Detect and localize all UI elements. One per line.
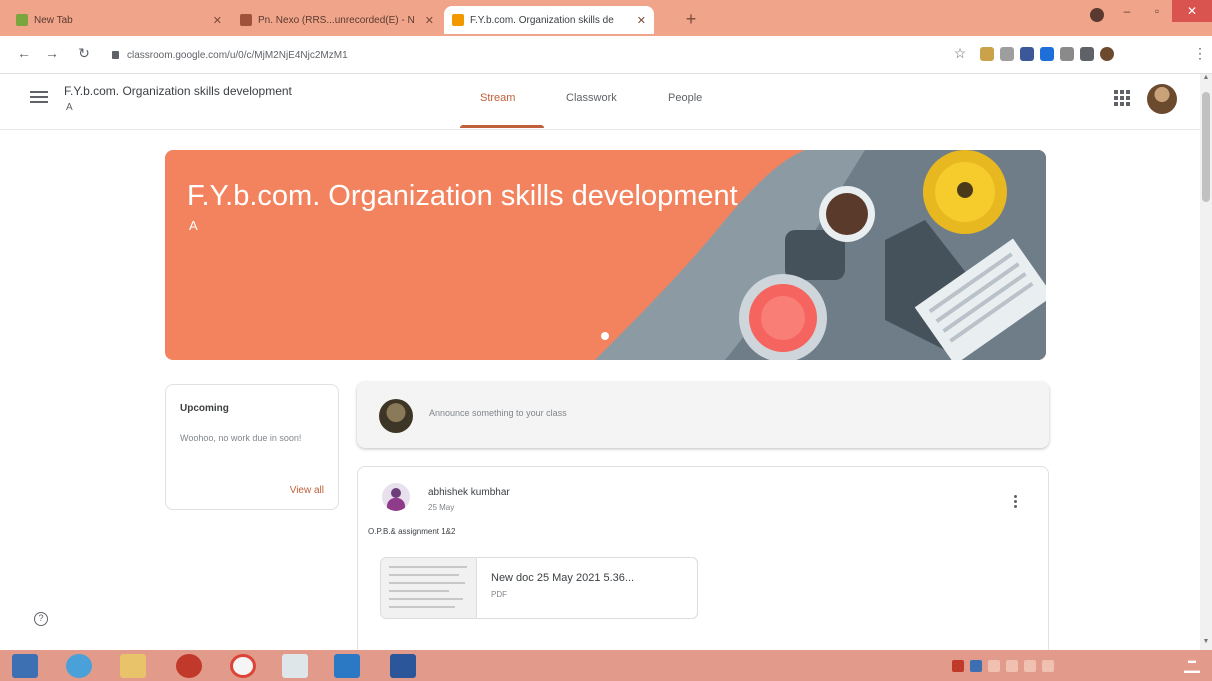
post-text: O.P.B.& assignment 1&2 [368, 527, 456, 536]
scroll-up-icon[interactable]: ▲ [1200, 74, 1212, 86]
extension-icon[interactable] [1020, 47, 1034, 61]
page-scrollbar[interactable]: ▲ ▼ [1200, 74, 1212, 650]
browser-tab-document[interactable]: Pn. Nexo (RRS...unrecorded(E) - N ✕ [232, 6, 442, 34]
banner-title: F.Y.b.com. Organization skills developme… [187, 180, 738, 212]
browser-tab-new-tab[interactable]: New Tab ✕ [8, 6, 230, 34]
announce-box[interactable]: Announce something to your class [357, 382, 1049, 448]
help-icon[interactable]: ? [34, 612, 48, 626]
hamburger-icon[interactable] [30, 88, 48, 106]
browser-toolbar: ← → ↻ classroom.google.com/u/0/c/MjM2NjE… [0, 36, 1212, 74]
classroom-header: F.Y.b.com. Organization skills developme… [0, 74, 1200, 130]
forward-icon[interactable]: → [42, 45, 62, 61]
new-tab-button[interactable]: + [680, 8, 702, 30]
tab-title: F.Y.b.com. Organization skills de [470, 14, 614, 26]
media-player-icon[interactable] [176, 654, 202, 678]
browser-tab-strip: New Tab ✕ Pn. Nexo (RRS...unrecorded(E) … [0, 0, 1212, 36]
scrollbar-thumb[interactable] [1202, 92, 1210, 202]
tray-app-icon[interactable] [970, 660, 982, 672]
volume-icon[interactable] [1024, 660, 1036, 672]
stream-post: abhishek kumbhar 25 May O.P.B.& assignme… [357, 466, 1049, 656]
active-tab-indicator [460, 125, 544, 128]
address-url: classroom.google.com/u/0/c/MjM2NjE4Njc2M… [127, 49, 348, 61]
announce-placeholder[interactable]: Announce something to your class [429, 408, 567, 418]
extension-icon[interactable] [980, 47, 994, 61]
extension-icon[interactable] [1060, 47, 1074, 61]
profile-icon[interactable] [1100, 47, 1114, 61]
maximize-icon[interactable]: ▫ [1142, 0, 1172, 22]
browser-account-icon[interactable] [1090, 8, 1104, 22]
tab-close-icon[interactable]: ✕ [213, 14, 222, 27]
close-window-icon[interactable]: ✕ [1172, 0, 1212, 22]
post-date: 25 May [428, 503, 455, 512]
tab-title: Pn. Nexo (RRS...unrecorded(E) - N [258, 14, 415, 26]
taskbar-clock[interactable]: ▬ ▬▬ [1184, 656, 1200, 676]
avatar[interactable] [1147, 84, 1177, 114]
extension-icon[interactable] [1040, 47, 1054, 61]
tab-close-icon[interactable]: ✕ [637, 14, 646, 27]
network-icon[interactable] [1006, 660, 1018, 672]
attachment-type: PDF [491, 590, 507, 599]
chrome-icon[interactable] [230, 654, 256, 678]
upcoming-card: Upcoming Woohoo, no work due in soon! Vi… [165, 384, 339, 510]
tab-stream[interactable]: Stream [480, 92, 515, 104]
view-all-link[interactable]: View all [290, 485, 324, 496]
tray-app-icon[interactable] [952, 660, 964, 672]
word-icon[interactable] [390, 654, 416, 678]
classroom-favicon-icon [452, 14, 464, 26]
start-icon[interactable] [12, 654, 38, 678]
tray-arrow-icon[interactable] [988, 660, 1000, 672]
tab-people[interactable]: People [668, 92, 702, 104]
file-explorer-icon[interactable] [120, 654, 146, 678]
back-icon[interactable]: ← [14, 45, 34, 61]
post-author: abhishek kumbhar [428, 487, 510, 498]
upcoming-message: Woohoo, no work due in soon! [180, 433, 302, 443]
browser-tab-classroom[interactable]: F.Y.b.com. Organization skills de ✕ [444, 6, 654, 34]
window-controls: – ▫ ✕ [1112, 0, 1212, 24]
avatar [379, 399, 413, 433]
attachment-thumbnail [381, 558, 477, 618]
attachment-card[interactable]: New doc 25 May 2021 5.36... PDF [380, 557, 698, 619]
star-icon[interactable]: ☆ [950, 45, 970, 62]
new-tab-favicon-icon [16, 14, 28, 26]
magnifier-icon[interactable] [282, 654, 308, 678]
attachment-name: New doc 25 May 2021 5.36... [491, 572, 635, 584]
more-vert-icon[interactable] [1014, 493, 1018, 510]
lock-icon [112, 51, 119, 59]
banner-section: A [189, 218, 198, 233]
scroll-down-icon[interactable]: ▼ [1200, 638, 1212, 650]
class-title[interactable]: F.Y.b.com. Organization skills developme… [64, 84, 292, 98]
address-bar[interactable]: classroom.google.com/u/0/c/MjM2NjE4Njc2M… [112, 44, 932, 66]
author-avatar [382, 483, 410, 511]
reload-icon[interactable]: ↻ [74, 45, 94, 62]
system-tray [952, 656, 1054, 676]
extensions-puzzle-icon[interactable] [1080, 47, 1094, 61]
onedrive-icon[interactable] [334, 654, 360, 678]
windows-taskbar: ▬ ▬▬ [0, 650, 1212, 681]
tab-close-icon[interactable]: ✕ [425, 14, 434, 27]
minimize-icon[interactable]: – [1112, 0, 1142, 22]
battery-icon[interactable] [1042, 660, 1054, 672]
class-banner: F.Y.b.com. Organization skills developme… [165, 150, 1046, 360]
tab-title: New Tab [34, 14, 73, 26]
class-section: A [66, 102, 73, 113]
tab-classwork[interactable]: Classwork [566, 92, 617, 104]
document-favicon-icon [240, 14, 252, 26]
internet-explorer-icon[interactable] [66, 654, 92, 678]
browser-menu-icon[interactable]: ⋮ [1190, 45, 1210, 62]
upcoming-title: Upcoming [180, 403, 229, 414]
apps-grid-icon[interactable] [1114, 90, 1130, 106]
extension-icon[interactable] [1000, 47, 1014, 61]
